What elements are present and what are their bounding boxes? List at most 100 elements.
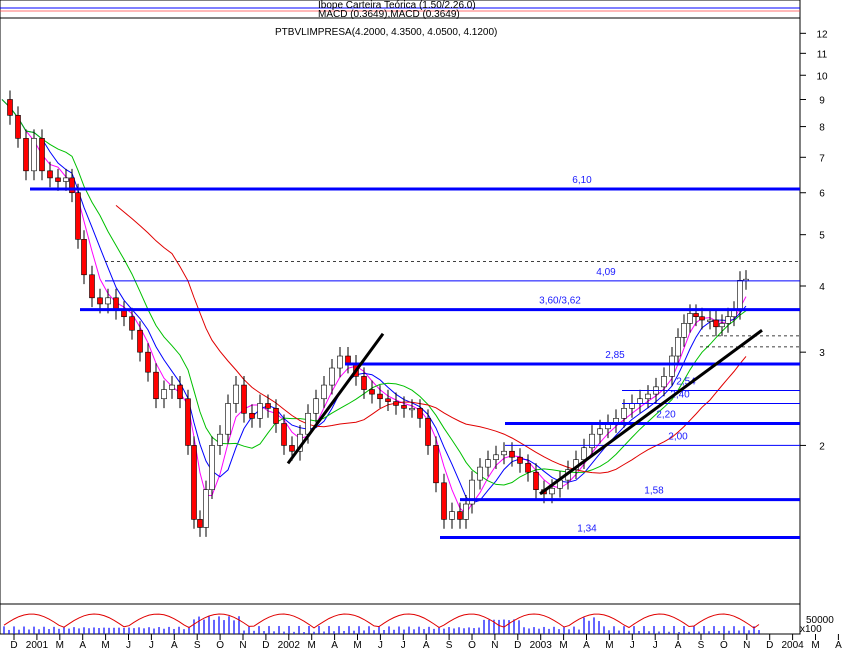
x-tick-label: O <box>216 640 224 649</box>
candle-body <box>669 355 675 377</box>
x-tick-label: J <box>401 640 406 649</box>
candle-body <box>321 384 327 400</box>
trendline <box>286 332 385 465</box>
candle-body <box>629 403 635 409</box>
candle-body <box>385 398 391 402</box>
candle-body <box>361 376 367 390</box>
ma-red-line <box>115 205 747 474</box>
y-tick-label: 4 <box>819 282 825 293</box>
x-tick-label: D <box>262 640 269 649</box>
candle-body <box>509 450 515 458</box>
candle-body <box>39 138 45 172</box>
candle-body <box>169 384 175 390</box>
candle-body <box>393 401 399 406</box>
candle-body <box>89 274 95 299</box>
x-tick-label: N <box>491 640 498 649</box>
candle-body <box>69 177 75 194</box>
candle-body <box>81 239 87 276</box>
candle-body <box>645 393 651 400</box>
candle-body <box>121 309 127 318</box>
x-tick-label: S <box>446 640 453 649</box>
candle-body <box>233 384 239 404</box>
level-label: 2,00 <box>668 431 688 442</box>
candle-body <box>675 337 681 357</box>
x-tick-label: J <box>126 640 131 649</box>
candle-body <box>369 389 375 395</box>
candle-body <box>313 398 319 414</box>
x-tick-label: 2003 <box>530 640 553 649</box>
x-tick-label: M <box>559 640 567 649</box>
candle-body <box>501 450 507 456</box>
candle-body <box>105 297 111 305</box>
level-label: 3,60/3,62 <box>539 296 581 307</box>
y-tick-label: 9 <box>819 95 825 106</box>
candle-body <box>329 367 335 386</box>
candle-body <box>257 403 263 419</box>
candle-body <box>145 351 151 373</box>
candle-body <box>581 447 587 460</box>
candle-body <box>153 371 159 400</box>
level-label: 1,58 <box>644 486 664 497</box>
x-tick-label: 2004 <box>781 640 804 649</box>
x-axis: D 2001 M A M J J A S O N D 2002 M A M J J A S O N D 2003 M A M J J A S… <box>10 634 842 649</box>
candle-body <box>75 192 81 240</box>
x-tick-label: M <box>56 640 64 649</box>
candle-body <box>273 408 279 424</box>
level-label: 1,34 <box>577 524 597 535</box>
x-tick-label: M <box>353 640 361 649</box>
candle-body <box>197 519 203 528</box>
candle-body <box>55 177 61 182</box>
x-tick-label: M <box>811 640 819 649</box>
candle-body <box>687 313 693 324</box>
x-tick-label: M <box>308 640 316 649</box>
x-tick-label: 2002 <box>278 640 301 649</box>
x-tick-label: M <box>101 640 109 649</box>
x-tick-label: D <box>514 640 521 649</box>
candle-body <box>249 412 255 419</box>
volume-panel: 50000 x100 <box>0 603 834 635</box>
candle-body <box>707 319 713 322</box>
y-tick-label: 12 <box>816 29 828 40</box>
ma-green-line <box>1 99 747 486</box>
volume-multiplier: x100 <box>800 624 822 635</box>
candles <box>7 90 749 537</box>
macd-panel: Ibope Carteira Teórica (1.50/2.26.0) MAC… <box>0 0 801 20</box>
candle-body <box>217 433 223 446</box>
candle-body <box>129 316 135 331</box>
y-tick-label: 7 <box>819 153 825 164</box>
x-tick-label: A <box>583 640 590 649</box>
y-tick-label: 11 <box>817 49 828 60</box>
candle-body <box>441 482 447 520</box>
y-tick-label: 3 <box>819 348 825 359</box>
candle-body <box>517 456 523 464</box>
level-label: 2,20 <box>656 410 676 421</box>
candle-body <box>203 489 209 528</box>
candle-body <box>281 423 287 446</box>
x-tick-label: M <box>605 640 613 649</box>
trendline <box>539 329 763 496</box>
candle-body <box>725 316 731 324</box>
candle-body <box>265 403 271 409</box>
candle-body <box>225 403 231 435</box>
candle-body <box>161 389 167 400</box>
candle-body <box>681 323 687 338</box>
x-tick-label: J <box>653 640 658 649</box>
candle-body <box>305 412 311 435</box>
x-tick-label: J <box>630 640 635 649</box>
x-tick-label: S <box>194 640 201 649</box>
x-tick-label: D <box>10 640 17 649</box>
candle-body <box>289 445 295 452</box>
level-label: 6,10 <box>572 175 592 186</box>
x-tick-label: A <box>79 640 86 649</box>
candle-body <box>637 398 643 404</box>
x-tick-label: N <box>239 640 246 649</box>
candle-body <box>185 398 191 446</box>
candle-body <box>377 393 383 400</box>
candle-body <box>31 138 37 172</box>
candle-body <box>713 319 719 328</box>
candle-body <box>401 405 407 409</box>
candle-body <box>137 329 143 353</box>
x-tick-label: A <box>675 640 682 649</box>
candle-body <box>63 177 69 182</box>
candle-body <box>661 376 667 388</box>
